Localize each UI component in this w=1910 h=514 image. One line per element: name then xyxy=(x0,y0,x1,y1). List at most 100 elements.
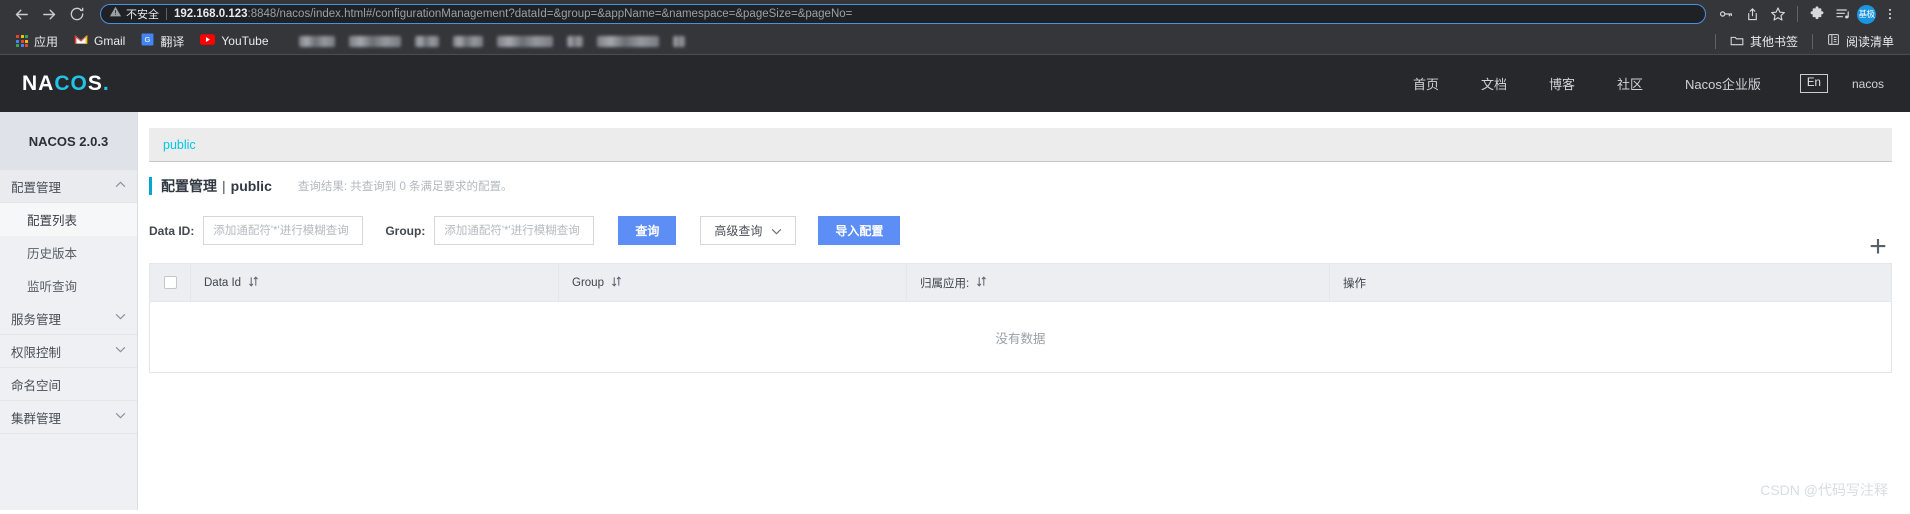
address-bar[interactable]: 不安全 192.168.0.123:8848/nacos/index.html#… xyxy=(100,4,1706,24)
omnibox-divider xyxy=(166,8,167,20)
watermark: CSDN @代码写注释 xyxy=(1760,482,1888,498)
title-accent-bar xyxy=(149,177,152,195)
youtube-icon xyxy=(200,34,216,48)
select-all-checkbox[interactable] xyxy=(163,276,177,289)
add-config-button[interactable]: + xyxy=(1865,232,1891,262)
forward-icon[interactable] xyxy=(36,1,62,27)
table-header-app[interactable]: 归属应用: xyxy=(907,264,1330,301)
sidebar-item-label: 配置管理 xyxy=(11,180,62,195)
share-icon[interactable] xyxy=(1740,2,1764,26)
blurred-bookmark[interactable] xyxy=(566,35,583,47)
blurred-bookmark[interactable] xyxy=(496,35,553,47)
toolbar-divider xyxy=(1797,6,1798,22)
sidebar-item-cluster-management[interactable]: 集群管理 xyxy=(0,401,137,434)
other-bookmarks-button[interactable]: 其他书签 xyxy=(1722,30,1806,52)
sidebar-item-label: 配置列表 xyxy=(27,214,78,228)
table-empty-state: 没有数据 xyxy=(150,302,1891,372)
url-text: 192.168.0.123:8848/nacos/index.html#/con… xyxy=(174,8,852,20)
reading-list-button[interactable]: 阅读清单 xyxy=(1819,30,1902,52)
chevron-down-icon xyxy=(115,346,126,356)
browser-chrome: 不安全 192.168.0.123:8848/nacos/index.html#… xyxy=(0,0,1910,54)
nav-item-docs[interactable]: 文档 xyxy=(1460,74,1528,93)
group-input[interactable] xyxy=(434,216,595,245)
blurred-bookmark[interactable] xyxy=(414,35,439,47)
sort-toggle-icon[interactable] xyxy=(611,275,622,290)
extensions-puzzle-icon[interactable] xyxy=(1805,2,1829,26)
sort-toggle-icon[interactable] xyxy=(248,275,259,290)
language-switch-button[interactable]: En xyxy=(1799,74,1828,93)
bookmark-gmail[interactable]: Gmail xyxy=(66,30,133,52)
sidebar-item-label: 权限控制 xyxy=(11,345,62,360)
url-rest: :8848/nacos/index.html#/configurationMan… xyxy=(247,8,853,20)
other-bookmarks-label: 其他书签 xyxy=(1749,34,1798,49)
blurred-bookmark[interactable] xyxy=(672,35,685,47)
bookmark-label: YouTube xyxy=(221,34,269,48)
sidebar-item-config-list[interactable]: 配置列表 xyxy=(0,203,137,236)
table-header-operations: 操作 xyxy=(1330,264,1891,301)
sort-toggle-icon[interactable] xyxy=(976,275,987,290)
password-key-icon[interactable] xyxy=(1714,2,1738,26)
table-header-group[interactable]: Group xyxy=(559,264,907,301)
page-title-row: 配置管理 | public 查询结果: 共查询到 0 条满足要求的配置。 xyxy=(149,175,1910,197)
gmail-icon xyxy=(74,34,88,48)
logo-dot: . xyxy=(102,71,110,95)
nav-item-community[interactable]: 社区 xyxy=(1596,74,1664,93)
nav-item-blog[interactable]: 博客 xyxy=(1528,74,1596,93)
bookmark-apps[interactable]: 应用 xyxy=(8,30,66,52)
bookmark-youtube[interactable]: YouTube xyxy=(192,30,276,52)
bookmark-label: 翻译 xyxy=(160,34,185,49)
bookmarks-right-group: 其他书签 阅读清单 xyxy=(1709,30,1902,52)
nacos-logo[interactable]: NA CO S. xyxy=(22,72,110,96)
bookmark-star-icon[interactable] xyxy=(1766,2,1790,26)
group-label: Group: xyxy=(385,223,426,238)
sidebar-item-listener-query[interactable]: 监听查询 xyxy=(0,269,137,302)
security-status[interactable]: 不安全 xyxy=(109,5,159,23)
sidebar: NACOS 2.0.3 配置管理 配置列表 历史版本 监听查询 服务管理 权限控… xyxy=(0,112,138,510)
blurred-bookmark[interactable] xyxy=(348,35,401,47)
namespace-tabbar: public xyxy=(149,128,1892,162)
bookmarks-divider xyxy=(1811,33,1813,49)
sidebar-item-label: 历史版本 xyxy=(27,247,78,261)
sidebar-item-service-management[interactable]: 服务管理 xyxy=(0,302,137,335)
avatar[interactable]: 基极 xyxy=(1857,4,1876,24)
blurred-bookmark[interactable] xyxy=(298,35,335,47)
back-icon[interactable] xyxy=(8,1,34,27)
page-title-namespace: public xyxy=(230,178,272,194)
apps-grid-icon xyxy=(16,35,28,47)
dataid-input[interactable] xyxy=(203,216,364,245)
advanced-query-button[interactable]: 高级查询 xyxy=(700,216,797,245)
reload-icon[interactable] xyxy=(64,1,90,27)
nav-item-home[interactable]: 首页 xyxy=(1392,74,1460,93)
bookmark-blurred-group[interactable] xyxy=(291,30,693,52)
nav-item-enterprise[interactable]: Nacos企业版 xyxy=(1664,74,1782,93)
import-config-button[interactable]: 导入配置 xyxy=(818,216,901,245)
blurred-bookmark[interactable] xyxy=(452,35,483,47)
table-header-dataid[interactable]: Data Id xyxy=(191,264,559,301)
header-username[interactable]: nacos xyxy=(1846,77,1884,91)
blurred-bookmark[interactable] xyxy=(596,35,659,47)
main-content: public 配置管理 | public 查询结果: 共查询到 0 条满足要求的配置… xyxy=(138,112,1910,510)
media-playlist-icon[interactable] xyxy=(1831,2,1855,26)
nacos-app-header: NA CO S. 首页 文档 博客 社区 Nacos企业版 En nacos xyxy=(0,54,1910,112)
reading-list-icon xyxy=(1827,33,1840,49)
three-dot-menu-icon[interactable] xyxy=(1878,2,1902,26)
sidebar-item-config-management[interactable]: 配置管理 xyxy=(0,170,137,203)
bookmark-translate[interactable]: G 翻译 xyxy=(133,30,192,52)
sidebar-item-label: 服务管理 xyxy=(11,312,62,327)
chevron-down-icon xyxy=(115,412,126,422)
column-label: 操作 xyxy=(1343,277,1366,290)
query-button[interactable]: 查询 xyxy=(618,216,677,245)
sidebar-item-namespace[interactable]: 命名空间 xyxy=(0,368,137,401)
table-header-checkbox-cell[interactable] xyxy=(150,264,191,301)
sidebar-item-history-versions[interactable]: 历史版本 xyxy=(0,236,137,269)
sidebar-version-title: NACOS 2.0.3 xyxy=(0,112,137,170)
header-nav: 首页 文档 博客 社区 Nacos企业版 En nacos xyxy=(1392,74,1910,93)
sidebar-item-permission-control[interactable]: 权限控制 xyxy=(0,335,137,368)
sidebar-item-label: 监听查询 xyxy=(27,280,78,294)
bookmarks-bar: 应用 Gmail G 翻译 YouTube 其他书签 阅读清单 xyxy=(0,28,1910,54)
chevron-down-icon xyxy=(115,313,126,323)
bookmark-label: 应用 xyxy=(34,34,59,49)
bookmarks-divider xyxy=(1714,33,1716,49)
tab-public[interactable]: public xyxy=(149,128,210,162)
query-result-note: 查询结果: 共查询到 0 条满足要求的配置。 xyxy=(297,181,513,193)
